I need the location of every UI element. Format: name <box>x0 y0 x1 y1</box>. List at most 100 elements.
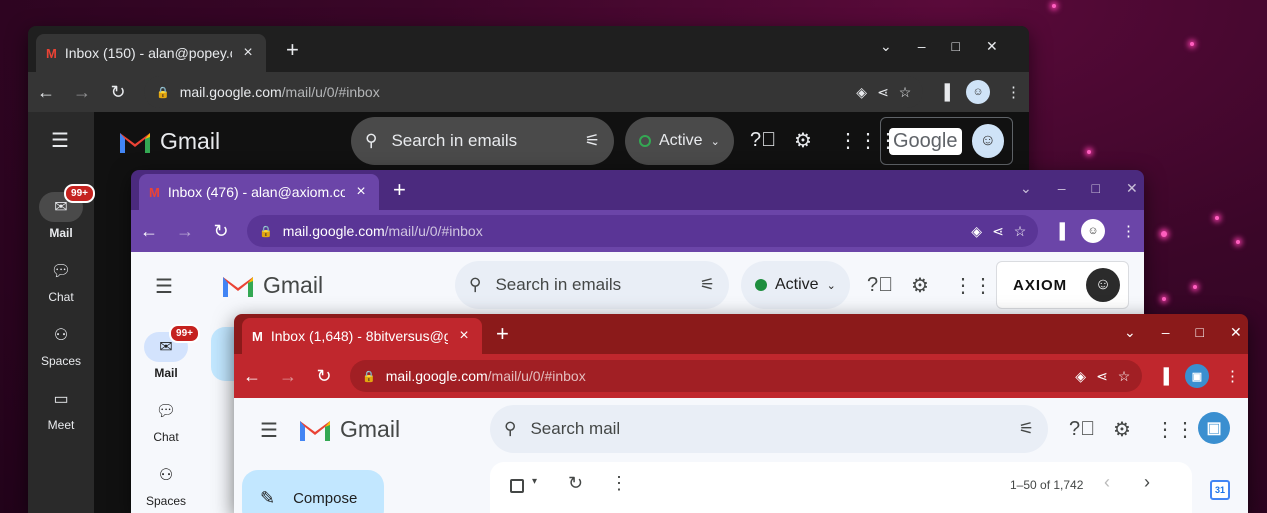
select-dropdown-icon[interactable]: ▾ <box>532 476 537 487</box>
search-bar[interactable]: ⚲ Search mail ⚟ <box>490 405 1048 453</box>
close-window-button[interactable]: ✕ <box>1230 324 1242 341</box>
main-menu-icon[interactable]: ☰ <box>51 128 69 153</box>
next-page-icon[interactable]: › <box>1144 472 1150 493</box>
bookmark-star-icon[interactable]: ☆ <box>1118 368 1131 385</box>
profile-avatar[interactable]: ☺ <box>966 80 990 104</box>
account-avatar[interactable]: ▣ <box>1198 412 1230 444</box>
rail-item-mail[interactable]: ✉ 99+ Mail <box>144 324 200 396</box>
desktop-sparkle <box>1236 240 1240 244</box>
status-selector[interactable]: Active ⌄ <box>625 117 734 165</box>
tab-search-icon[interactable]: ⌄ <box>1124 324 1136 341</box>
tab-strip: M Inbox (1,648) - 8bitversus@gmail.com ×… <box>234 314 1248 354</box>
more-options-icon[interactable]: ⋮ <box>610 473 628 494</box>
rail-item-spaces[interactable]: ⚇ Spaces <box>39 320 83 384</box>
rail-item-spaces[interactable]: ⚇ Spaces <box>144 460 188 513</box>
maximize-button[interactable]: □ <box>952 38 960 55</box>
share-icon[interactable]: ⋖ <box>877 84 889 101</box>
back-button[interactable]: ← <box>242 366 262 387</box>
search-placeholder: Search mail <box>530 419 621 438</box>
new-tab-button[interactable]: + <box>496 322 509 346</box>
settings-gear-icon[interactable]: ⚙ <box>911 273 929 298</box>
lock-icon: 🔒 <box>362 370 376 383</box>
spaces-icon: ⚇ <box>158 467 174 484</box>
back-button[interactable]: ← <box>36 82 56 103</box>
browser-menu-icon[interactable]: ⋮ <box>1225 367 1240 385</box>
close-tab-icon[interactable]: × <box>240 44 256 62</box>
main-menu-icon[interactable]: ☰ <box>155 274 173 299</box>
browser-menu-icon[interactable]: ⋮ <box>1121 222 1136 240</box>
new-tab-button[interactable]: + <box>286 38 299 62</box>
side-panel-icon[interactable]: ▐ <box>939 84 950 101</box>
close-tab-icon[interactable]: × <box>456 327 472 345</box>
profile-avatar[interactable]: ▣ <box>1185 364 1209 388</box>
compose-button[interactable]: ✎ Compose <box>242 470 384 513</box>
address-bar[interactable]: 🔒 mail.google.com/mail/u/0/#inbox ◈ ⋖ ☆ <box>144 76 924 108</box>
status-selector[interactable]: Active ⌄ <box>741 261 850 309</box>
rail-item-chat[interactable]: 💬︎ Chat <box>144 396 188 460</box>
reload-button[interactable]: ↻ <box>108 82 128 103</box>
prev-page-icon[interactable]: ‹ <box>1104 472 1110 493</box>
browser-tab[interactable]: M Inbox (150) - alan@popey.com × <box>36 34 266 72</box>
rail-label: Meet <box>47 418 75 432</box>
help-icon[interactable]: ?⃝ <box>867 274 893 297</box>
maximize-button[interactable]: □ <box>1196 324 1204 341</box>
bookmark-star-icon[interactable]: ☆ <box>1014 223 1027 240</box>
status-label: Active <box>659 132 703 149</box>
close-window-button[interactable]: ✕ <box>986 38 998 55</box>
rail-item-meet[interactable]: ▭ Meet <box>39 384 83 448</box>
reload-button[interactable]: ↻ <box>211 221 231 242</box>
main-menu-icon[interactable]: ☰ <box>260 418 278 443</box>
account-switcher[interactable]: AXIOM ☺ <box>996 261 1129 309</box>
back-button[interactable]: ← <box>139 221 159 242</box>
close-tab-icon[interactable]: × <box>353 183 369 201</box>
side-panel-icon[interactable]: ▐ <box>1054 223 1065 240</box>
profile-avatar[interactable]: ☺ <box>1081 219 1105 243</box>
search-bar[interactable]: ⚲ Search in emails ⚟ <box>351 117 614 165</box>
browser-tab[interactable]: M Inbox (1,648) - 8bitversus@gmail.com × <box>242 318 482 354</box>
address-bar[interactable]: 🔒 mail.google.com/mail/u/0/#inbox ◈ ⋖ ☆ <box>350 360 1143 392</box>
forward-button[interactable]: → <box>278 366 298 387</box>
rail-item-mail[interactable]: ✉ 99+ Mail <box>39 184 95 256</box>
search-options-icon[interactable]: ⚟ <box>585 131 600 151</box>
bookmark-star-icon[interactable]: ☆ <box>899 84 912 101</box>
account-switcher[interactable]: Google ☺ <box>880 117 1013 165</box>
side-panel-icon[interactable]: ▐ <box>1158 368 1169 385</box>
maximize-button[interactable]: □ <box>1092 180 1100 197</box>
search-options-icon[interactable]: ⚟ <box>700 275 715 295</box>
share-icon[interactable]: ⋖ <box>992 223 1004 240</box>
settings-gear-icon[interactable]: ⚙ <box>1113 417 1131 442</box>
close-window-button[interactable]: ✕ <box>1126 180 1138 197</box>
browser-tab[interactable]: M Inbox (476) - alan@axiom.co × <box>139 174 379 210</box>
spaces-icon: ⚇ <box>53 327 69 344</box>
help-icon[interactable]: ?⃝ <box>1069 418 1095 441</box>
refresh-icon[interactable]: ↻ <box>568 473 583 494</box>
new-tab-button[interactable]: + <box>393 178 406 202</box>
search-options-icon[interactable]: ⚟ <box>1019 419 1034 439</box>
help-icon[interactable]: ?⃝ <box>750 129 776 152</box>
account-brand-logo: AXIOM <box>1013 276 1068 294</box>
lens-icon[interactable]: ◈ <box>971 223 982 240</box>
select-all-checkbox[interactable] <box>510 479 524 493</box>
tab-search-icon[interactable]: ⌄ <box>880 38 892 55</box>
account-brand-logo: Google <box>889 127 962 155</box>
rail-item-chat[interactable]: 💬︎ Chat <box>39 256 83 320</box>
share-icon[interactable]: ⋖ <box>1096 368 1108 385</box>
minimize-button[interactable]: – <box>1058 180 1066 197</box>
settings-gear-icon[interactable]: ⚙ <box>794 128 812 153</box>
tab-search-icon[interactable]: ⌄ <box>1020 180 1032 197</box>
minimize-button[interactable]: – <box>918 38 926 55</box>
minimize-button[interactable]: – <box>1162 324 1170 341</box>
address-bar[interactable]: 🔒 mail.google.com/mail/u/0/#inbox ◈ ⋖ ☆ <box>247 215 1039 247</box>
search-icon[interactable]: ⚲ <box>504 419 516 439</box>
lens-icon[interactable]: ◈ <box>856 84 867 101</box>
forward-button[interactable]: → <box>72 82 92 103</box>
lens-icon[interactable]: ◈ <box>1075 368 1086 385</box>
search-icon[interactable]: ⚲ <box>365 131 377 151</box>
search-icon[interactable]: ⚲ <box>469 275 481 295</box>
forward-button[interactable]: → <box>175 221 195 242</box>
browser-menu-icon[interactable]: ⋮ <box>1006 83 1021 101</box>
rail-label: Spaces <box>145 494 187 508</box>
search-bar[interactable]: ⚲ Search in emails ⚟ <box>455 261 729 309</box>
calendar-icon[interactable]: 31 <box>1210 480 1230 500</box>
reload-button[interactable]: ↻ <box>314 366 334 387</box>
